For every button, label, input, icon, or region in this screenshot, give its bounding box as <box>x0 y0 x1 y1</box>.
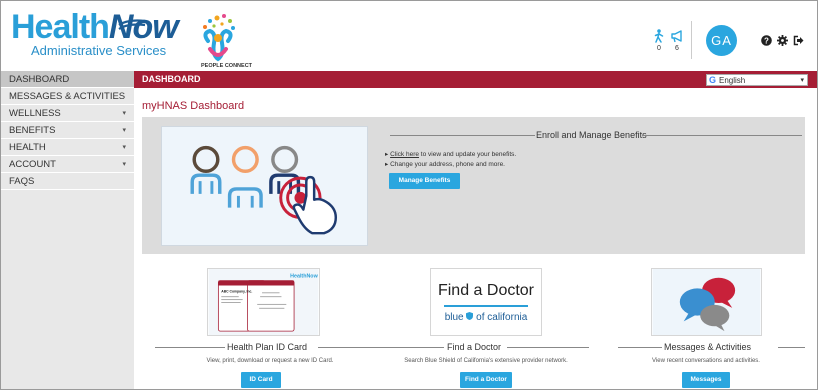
find-doctor-caption: Search Blue Shield of California's exten… <box>404 358 568 364</box>
logo-primary: Health <box>11 8 110 46</box>
messages-image[interactable] <box>651 268 762 336</box>
shield-icon <box>466 312 474 320</box>
section-rule <box>382 347 444 348</box>
find-doctor-button[interactable]: Find a Doctor <box>460 372 512 388</box>
header-divider <box>691 21 692 59</box>
find-doctor-image-subtitle: blue of california <box>431 312 541 323</box>
page-title: myHNAS Dashboard <box>142 100 245 112</box>
enroll-heading: Enroll and Manage Benefits <box>536 130 647 140</box>
id-card-button[interactable]: ID Card <box>241 372 281 388</box>
section-rule <box>155 347 225 348</box>
enroll-bullet-1: ▸ Click here to view and update your ben… <box>385 151 517 158</box>
sidebar-item-account[interactable]: ACCOUNT ▾ <box>1 156 134 173</box>
app-window: HealthNow Administrative Services PEOPLE… <box>0 0 818 390</box>
enroll-panel: Enroll and Manage Benefits ▸ Click here … <box>142 117 805 254</box>
section-rule <box>642 135 802 136</box>
title-bar-label: DASHBOARD <box>142 74 201 84</box>
chevron-down-icon: ▾ <box>122 110 126 117</box>
id-card-brand: HealthNow <box>290 274 318 280</box>
activity-count: 0 <box>657 45 661 52</box>
find-doctor-image-rule <box>444 305 528 307</box>
language-value: English <box>719 76 746 85</box>
section-rule <box>390 135 535 136</box>
title-bar: DASHBOARD G English ▾ <box>134 71 817 88</box>
section-rule <box>778 347 805 348</box>
manage-benefits-button[interactable]: Manage Benefits <box>389 173 460 189</box>
logo-subtitle: Administrative Services <box>31 43 167 58</box>
person-walking-icon[interactable] <box>653 29 665 43</box>
enroll-illustration <box>161 126 368 246</box>
chevron-down-icon: ▾ <box>122 144 126 151</box>
sidebar-item-label: HEALTH <box>9 142 46 153</box>
section-rule <box>318 347 385 348</box>
california-word: of california <box>476 312 528 323</box>
sidebar: DASHBOARD MESSAGES & ACTIVITIES WELLNESS… <box>1 71 134 389</box>
chevron-down-icon: ▾ <box>800 77 804 84</box>
sidebar-item-label: ACCOUNT <box>9 159 56 170</box>
sidebar-item-label: BENEFITS <box>9 125 56 136</box>
chevron-down-icon: ▾ <box>122 161 126 168</box>
sidebar-item-messages-activities[interactable]: MESSAGES & ACTIVITIES <box>1 88 134 105</box>
sidebar-item-wellness[interactable]: WELLNESS ▾ <box>1 105 134 122</box>
help-icon[interactable]: ? <box>761 35 772 46</box>
language-select[interactable]: G English ▾ <box>706 74 808 86</box>
id-card-company: ABC Company, Inc. <box>221 289 252 293</box>
sidebar-item-label: WELLNESS <box>9 108 61 119</box>
chevron-down-icon: ▾ <box>122 127 126 134</box>
sidebar-item-faqs[interactable]: FAQS <box>1 173 134 190</box>
people-connect-logo <box>203 14 235 62</box>
find-doctor-heading: Find a Doctor <box>447 342 502 352</box>
partner-logo-text: PEOPLE CONNECT <box>201 63 253 69</box>
gear-icon[interactable] <box>777 35 788 46</box>
megaphone-icon[interactable] <box>670 29 684 43</box>
sidebar-item-label: MESSAGES & ACTIVITIES <box>9 91 126 102</box>
sidebar-item-label: DASHBOARD <box>9 74 70 85</box>
sidebar-item-label: FAQS <box>9 176 35 187</box>
find-doctor-image[interactable]: Find a Doctor blue of california <box>430 268 542 336</box>
bullet-text: Change your address, phone and more. <box>390 161 505 168</box>
messages-caption: View recent conversations and activities… <box>652 358 760 364</box>
find-doctor-image-title: Find a Doctor <box>437 282 535 299</box>
user-avatar[interactable]: GA <box>706 25 737 56</box>
id-card-caption: View, print, download or request a new I… <box>206 358 334 364</box>
messages-heading: Messages & Activities <box>664 342 752 352</box>
healthnow-logo[interactable]: HealthNow <box>11 8 179 46</box>
google-icon: G <box>709 75 717 85</box>
id-card-image[interactable]: HealthNow ABC Company, Inc. <box>207 268 320 336</box>
section-rule <box>507 347 589 348</box>
messages-button[interactable]: Messages <box>682 372 730 388</box>
logo-swoosh-icon <box>118 19 146 30</box>
header: HealthNow Administrative Services PEOPLE… <box>1 1 817 71</box>
sidebar-item-benefits[interactable]: BENEFITS ▾ <box>1 122 134 139</box>
svg-text:?: ? <box>764 36 769 45</box>
logout-icon[interactable] <box>793 35 804 46</box>
click-here-link[interactable]: Click here <box>390 151 419 158</box>
announcement-count: 6 <box>675 45 679 52</box>
enroll-bullet-2: ▸ Change your address, phone and more. <box>385 161 505 168</box>
sidebar-item-dashboard[interactable]: DASHBOARD <box>1 71 134 88</box>
id-card-heading: Health Plan ID Card <box>227 342 308 352</box>
sidebar-item-health[interactable]: HEALTH ▾ <box>1 139 134 156</box>
section-rule <box>618 347 662 348</box>
blue-word: blue <box>444 312 464 323</box>
bullet-text: to view and update your benefits. <box>418 151 517 158</box>
